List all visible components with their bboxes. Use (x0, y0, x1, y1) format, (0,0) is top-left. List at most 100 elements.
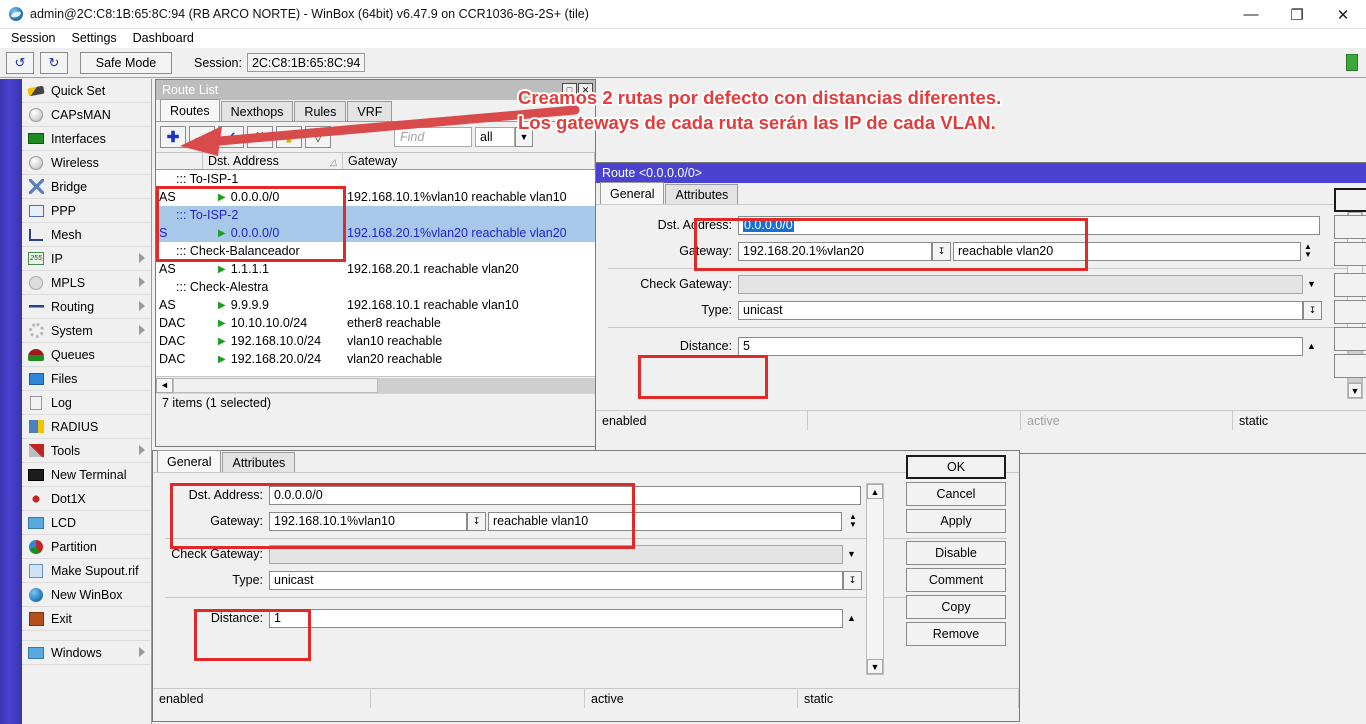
sidebar-item-make-supout[interactable]: Make Supout.rif (22, 559, 151, 583)
gateway-input[interactable]: 192.168.10.1%vlan10 (269, 512, 467, 531)
filter-select[interactable]: all (475, 127, 515, 147)
scroll-down-icon[interactable]: ▼ (867, 659, 883, 674)
sidebar-item-ip[interactable]: 255 IP (22, 247, 151, 271)
menu-settings[interactable]: Settings (63, 29, 124, 48)
table-row[interactable]: ::: To-ISP-1 (156, 170, 595, 188)
column-dst-address[interactable]: Dst. Address △ (203, 153, 343, 169)
sidebar-item-routing[interactable]: Routing (22, 295, 151, 319)
table-row[interactable]: DAC ▶ 192.168.20.0/24 vlan20 reachable (156, 350, 595, 368)
gateway-input[interactable]: 192.168.20.1%vlan20 (738, 242, 932, 261)
table-row[interactable]: AS ▶ 0.0.0.0/0 192.168.10.1%vlan10 reach… (156, 188, 595, 206)
filter-button[interactable]: ▽ (305, 126, 331, 148)
undo-icon[interactable]: ↺ (6, 52, 34, 74)
gateway-spinner[interactable]: ▲▼ (1301, 242, 1315, 261)
comment-button[interactable]: Comment (906, 568, 1006, 592)
remove-button[interactable]: ▬ (189, 126, 215, 148)
sidebar-item-mesh[interactable]: Mesh (22, 223, 151, 247)
table-row[interactable]: AS ▶ 9.9.9.9 192.168.10.1 reachable vlan… (156, 296, 595, 314)
sidebar-item-new-terminal[interactable]: New Terminal (22, 463, 151, 487)
sidebar-item-interfaces[interactable]: Interfaces (22, 127, 151, 151)
sidebar-item-exit[interactable]: Exit (22, 607, 151, 631)
add-button[interactable]: ✚ (160, 126, 186, 148)
hscroll-thumb[interactable] (173, 378, 378, 393)
copy-button[interactable] (1334, 327, 1366, 351)
sidebar-item-new-winbox[interactable]: New WinBox (22, 583, 151, 607)
find-input[interactable]: Find (394, 127, 472, 147)
table-row[interactable]: ::: Check-Balanceador (156, 242, 595, 260)
gateway-spinner[interactable]: ▲▼ (846, 512, 860, 531)
distance-spinner-up-icon[interactable]: ▲ (843, 613, 860, 623)
distance-spinner-up-icon[interactable]: ▲ (1303, 341, 1320, 351)
sidebar-item-system[interactable]: System (22, 319, 151, 343)
sidebar-item-dot1x[interactable]: Dot1X (22, 487, 151, 511)
table-row[interactable]: DAC ▶ 192.168.10.0/24 vlan10 reachable (156, 332, 595, 350)
hscroll-track[interactable] (378, 378, 595, 393)
tab-vrf[interactable]: VRF (347, 101, 392, 121)
column-gateway[interactable]: Gateway (343, 153, 595, 169)
table-row[interactable]: ::: Check-Alestra (156, 278, 595, 296)
sidebar-item-tools[interactable]: Tools (22, 439, 151, 463)
gateway-dropdown-icon[interactable]: ↧ (467, 512, 486, 531)
table-row[interactable]: DAC ▶ 10.10.10.0/24 ether8 reachable (156, 314, 595, 332)
type-input[interactable]: unicast (738, 301, 1303, 320)
check-gateway-dropdown-icon[interactable]: ▼ (1303, 279, 1320, 289)
menu-session[interactable]: Session (3, 29, 63, 48)
apply-button[interactable] (1334, 242, 1366, 266)
close-button[interactable]: ✕ (1320, 0, 1366, 29)
type-dropdown-icon[interactable]: ↧ (1303, 301, 1322, 320)
sidebar-item-log[interactable]: Log (22, 391, 151, 415)
distance-input[interactable]: 5 (738, 337, 1303, 356)
sidebar-item-quick-set[interactable]: Quick Set (22, 79, 151, 103)
gateway-dropdown-icon[interactable]: ↧ (932, 242, 951, 261)
dst-address-input[interactable]: 0.0.0.0/0 (738, 216, 1320, 235)
table-row[interactable]: AS ▶ 1.1.1.1 192.168.20.1 reachable vlan… (156, 260, 595, 278)
tab-rules[interactable]: Rules (294, 101, 346, 121)
scroll-up-icon[interactable]: ▲ (867, 484, 883, 499)
check-gateway-input[interactable] (738, 275, 1303, 294)
sidebar-item-capsman[interactable]: CAPsMAN (22, 103, 151, 127)
remove-button[interactable]: Remove (906, 622, 1006, 646)
sidebar-item-files[interactable]: Files (22, 367, 151, 391)
tab-attributes[interactable]: Attributes (665, 184, 738, 204)
type-input[interactable]: unicast (269, 571, 843, 590)
sidebar-item-lcd[interactable]: LCD (22, 511, 151, 535)
comment-button[interactable]: ▮ (276, 126, 302, 148)
dst-address-input[interactable]: 0.0.0.0/0 (269, 486, 861, 505)
table-row[interactable]: ::: To-ISP-2 (156, 206, 595, 224)
disable-button[interactable] (1334, 273, 1366, 297)
sidebar-item-wireless[interactable]: Wireless (22, 151, 151, 175)
sidebar-item-partition[interactable]: Partition (22, 535, 151, 559)
copy-button[interactable]: Copy (906, 595, 1006, 619)
session-value[interactable]: 2C:C8:1B:65:8C:94 (247, 53, 365, 72)
type-dropdown-icon[interactable]: ↧ (843, 571, 862, 590)
sidebar-item-mpls[interactable]: MPLS (22, 271, 151, 295)
cancel-button[interactable]: Cancel (906, 482, 1006, 506)
disable-button[interactable]: ✖ (247, 126, 273, 148)
sidebar-item-radius[interactable]: RADIUS (22, 415, 151, 439)
apply-button[interactable]: Apply (906, 509, 1006, 533)
route-dialog-bottom-scrollbar[interactable]: ▲ ▼ (866, 483, 884, 675)
cancel-button[interactable] (1334, 215, 1366, 239)
check-gateway-dropdown-icon[interactable]: ▼ (843, 549, 860, 559)
enable-button[interactable]: ✔ (218, 126, 244, 148)
minimize-button[interactable]: — (1228, 0, 1274, 29)
route-table-hscrollbar[interactable]: ◄ (156, 376, 595, 393)
sidebar-item-bridge[interactable]: Bridge (22, 175, 151, 199)
tab-routes[interactable]: Routes (160, 99, 220, 121)
sidebar-item-windows[interactable]: Windows (22, 641, 151, 665)
disable-button[interactable]: Disable (906, 541, 1006, 565)
check-gateway-input[interactable] (269, 545, 843, 564)
redo-icon[interactable]: ↻ (40, 52, 68, 74)
sidebar-item-ppp[interactable]: PPP (22, 199, 151, 223)
tab-attributes[interactable]: Attributes (222, 452, 295, 472)
remove-button[interactable] (1334, 354, 1366, 378)
distance-input[interactable]: 1 (269, 609, 843, 628)
table-row[interactable]: S ▶ 0.0.0.0/0 192.168.20.1%vlan20 reacha… (156, 224, 595, 242)
maximize-button[interactable]: ❐ (1274, 0, 1320, 29)
ok-button[interactable]: OK (906, 455, 1006, 479)
menu-dashboard[interactable]: Dashboard (125, 29, 202, 48)
safe-mode-button[interactable]: Safe Mode (80, 52, 172, 74)
ok-button[interactable] (1334, 188, 1366, 212)
tab-general[interactable]: General (157, 450, 221, 472)
scroll-down-icon[interactable]: ▼ (1348, 383, 1362, 398)
